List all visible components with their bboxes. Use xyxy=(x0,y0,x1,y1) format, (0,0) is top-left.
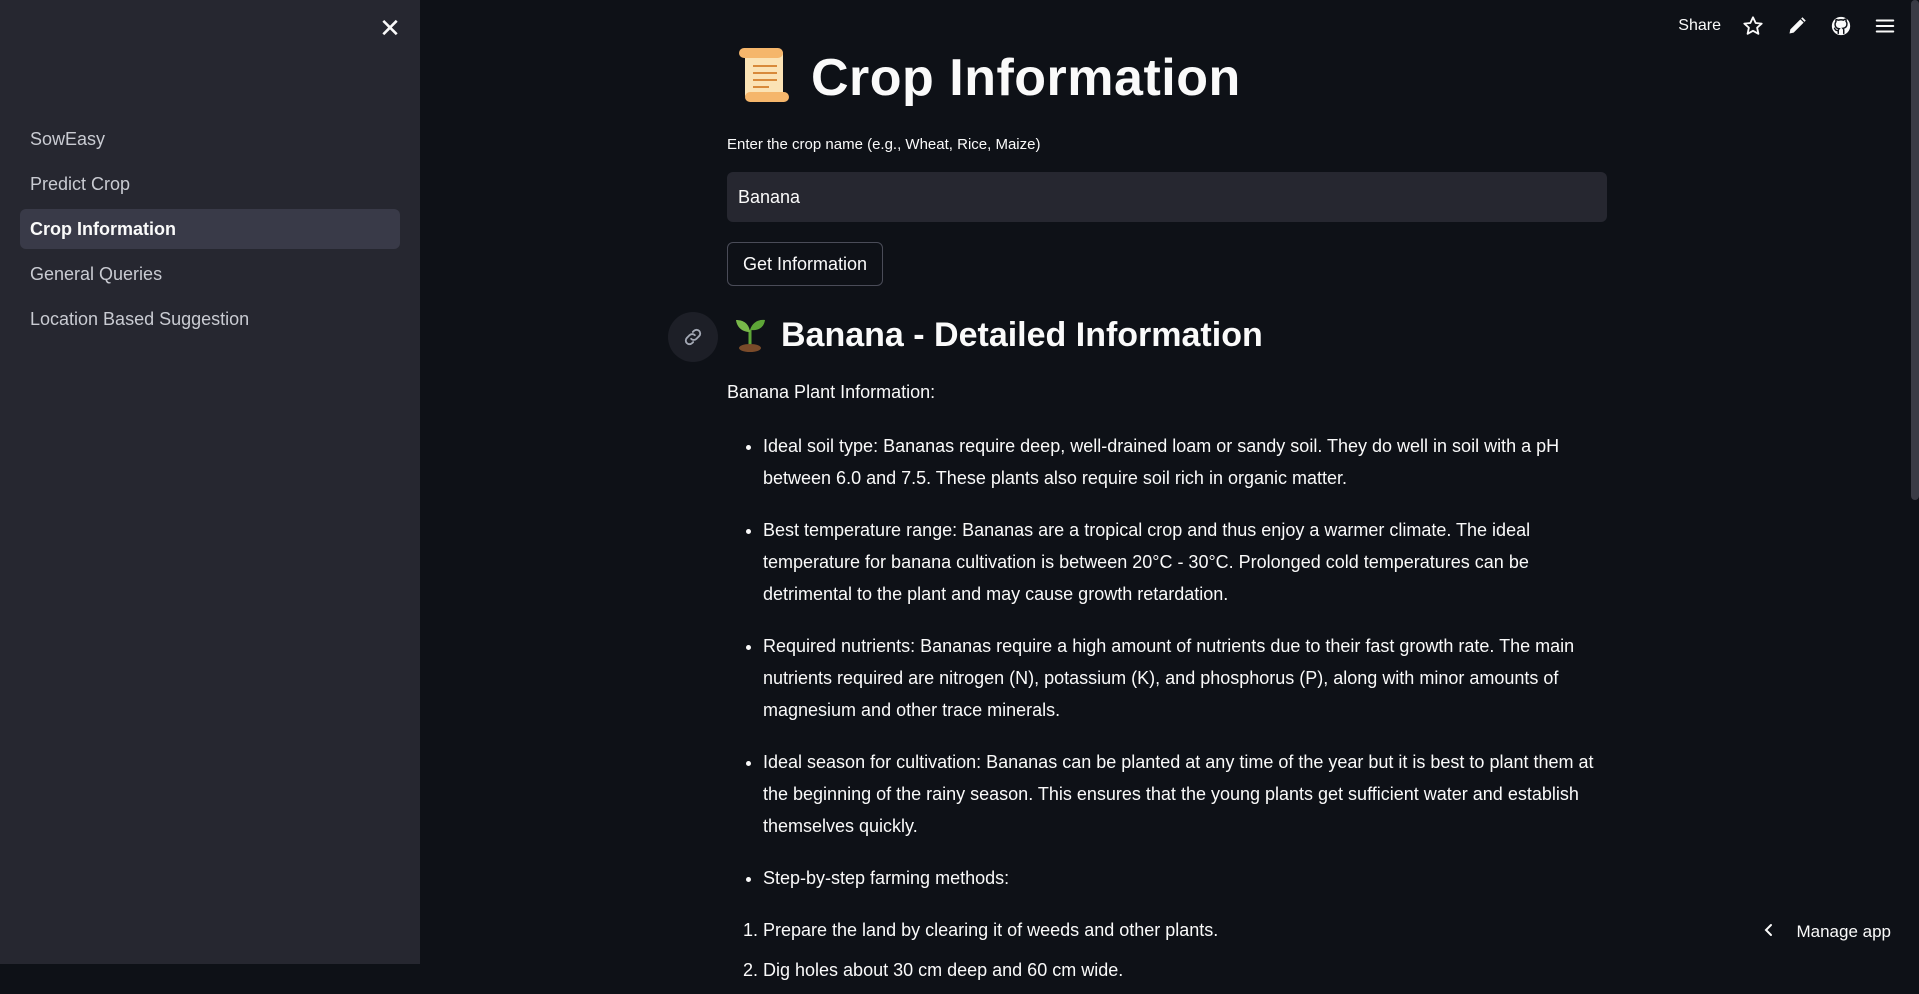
close-sidebar-icon[interactable]: ✕ xyxy=(376,14,404,42)
edit-pencil-icon[interactable] xyxy=(1785,14,1809,38)
crop-detail-subheader: Banana - Detailed Information xyxy=(781,316,1263,354)
list-item: Ideal soil type: Bananas require deep, w… xyxy=(763,430,1607,494)
sidebar-item-location-based-suggestion[interactable]: Location Based Suggestion xyxy=(20,299,400,339)
list-item: Step-by-step farming methods: xyxy=(763,862,1607,894)
page-title: Crop Information xyxy=(811,48,1241,107)
steps-list: Prepare the land by clearing it of weeds… xyxy=(727,914,1607,986)
scroll-icon xyxy=(735,46,791,109)
share-button[interactable]: Share xyxy=(1678,17,1721,35)
manage-app-button[interactable]: Manage app xyxy=(1762,922,1891,942)
anchor-link-icon[interactable] xyxy=(668,312,718,362)
crop-name-input[interactable] xyxy=(727,172,1607,222)
sidebar-item-predict-crop[interactable]: Predict Crop xyxy=(20,164,400,204)
menu-icon[interactable] xyxy=(1873,14,1897,38)
list-item: Dig holes about 30 cm deep and 60 cm wid… xyxy=(763,954,1607,986)
list-item: Required nutrients: Bananas require a hi… xyxy=(763,630,1607,726)
page-title-row: Crop Information xyxy=(735,46,1241,109)
seedling-icon xyxy=(731,314,769,357)
list-item: Prepare the land by clearing it of weeds… xyxy=(763,914,1607,946)
intro-text: Banana Plant Information: xyxy=(727,382,936,402)
scrollbar[interactable] xyxy=(1911,0,1919,500)
sidebar-item-crop-information[interactable]: Crop Information xyxy=(20,209,400,249)
list-item: Ideal season for cultivation: Bananas ca… xyxy=(763,746,1607,842)
star-icon[interactable] xyxy=(1741,14,1765,38)
subheader-row: Banana - Detailed Information xyxy=(731,314,1263,357)
top-toolbar: Share xyxy=(1678,10,1897,42)
crop-details: Ideal soil type: Bananas require deep, w… xyxy=(727,430,1607,994)
sidebar: ✕ SowEasy Predict Crop Crop Information … xyxy=(0,0,420,964)
sidebar-item-soweasy[interactable]: SowEasy xyxy=(20,119,400,159)
details-list: Ideal soil type: Bananas require deep, w… xyxy=(727,430,1607,894)
list-item: Best temperature range: Bananas are a tr… xyxy=(763,514,1607,610)
crop-name-label: Enter the crop name (e.g., Wheat, Rice, … xyxy=(727,136,1041,153)
get-information-button[interactable]: Get Information xyxy=(727,242,884,286)
chevron-left-icon xyxy=(1762,922,1776,942)
manage-app-label: Manage app xyxy=(1796,922,1891,941)
sidebar-item-general-queries[interactable]: General Queries xyxy=(20,254,400,294)
sidebar-nav: SowEasy Predict Crop Crop Information Ge… xyxy=(20,119,400,344)
github-icon[interactable] xyxy=(1829,14,1853,38)
